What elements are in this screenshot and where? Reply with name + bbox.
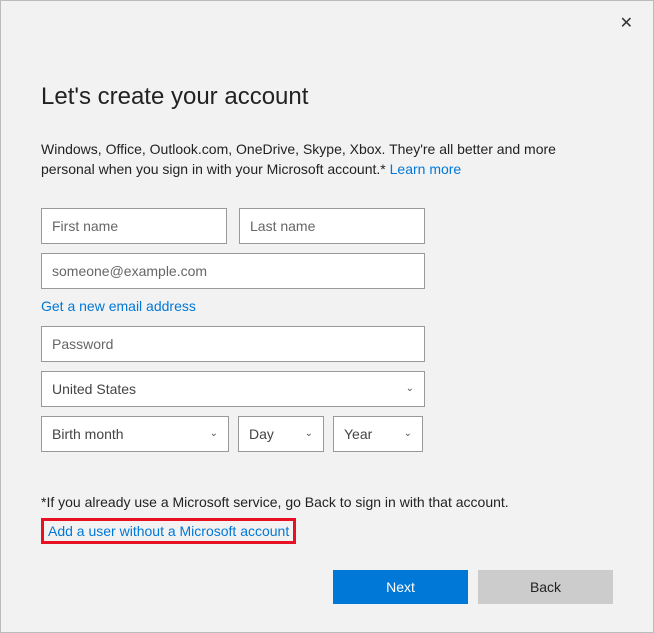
birth-day-value: Day xyxy=(249,426,274,442)
close-icon[interactable]: ✕ xyxy=(612,9,641,37)
description-body: Windows, Office, Outlook.com, OneDrive, … xyxy=(41,141,556,177)
main-content: Let's create your account Windows, Offic… xyxy=(1,1,653,544)
next-button[interactable]: Next xyxy=(333,570,468,604)
back-button[interactable]: Back xyxy=(478,570,613,604)
footnote-text: *If you already use a Microsoft service,… xyxy=(41,494,613,510)
new-email-link[interactable]: Get a new email address xyxy=(41,298,425,314)
learn-more-link[interactable]: Learn more xyxy=(390,161,462,177)
description-text: Windows, Office, Outlook.com, OneDrive, … xyxy=(41,139,606,180)
birth-month-select[interactable]: Birth month ⌄ xyxy=(41,416,229,452)
country-select[interactable]: United States ⌄ xyxy=(41,371,425,407)
email-field[interactable]: someone@example.com xyxy=(41,253,425,289)
chevron-down-icon: ⌄ xyxy=(404,428,412,439)
birth-year-value: Year xyxy=(344,426,372,442)
chevron-down-icon: ⌄ xyxy=(406,383,414,394)
country-value: United States xyxy=(52,381,136,397)
birth-year-select[interactable]: Year ⌄ xyxy=(333,416,423,452)
chevron-down-icon: ⌄ xyxy=(210,428,218,439)
page-title: Let's create your account xyxy=(41,83,613,111)
last-name-field[interactable]: Last name xyxy=(239,208,425,244)
button-row: Next Back xyxy=(333,570,613,604)
birth-month-value: Birth month xyxy=(52,426,124,442)
password-field[interactable]: Password xyxy=(41,326,425,362)
form-container: First name Last name someone@example.com… xyxy=(41,208,425,452)
add-user-without-ms-link[interactable]: Add a user without a Microsoft account xyxy=(41,518,296,544)
first-name-field[interactable]: First name xyxy=(41,208,227,244)
birth-day-select[interactable]: Day ⌄ xyxy=(238,416,324,452)
chevron-down-icon: ⌄ xyxy=(305,428,313,439)
